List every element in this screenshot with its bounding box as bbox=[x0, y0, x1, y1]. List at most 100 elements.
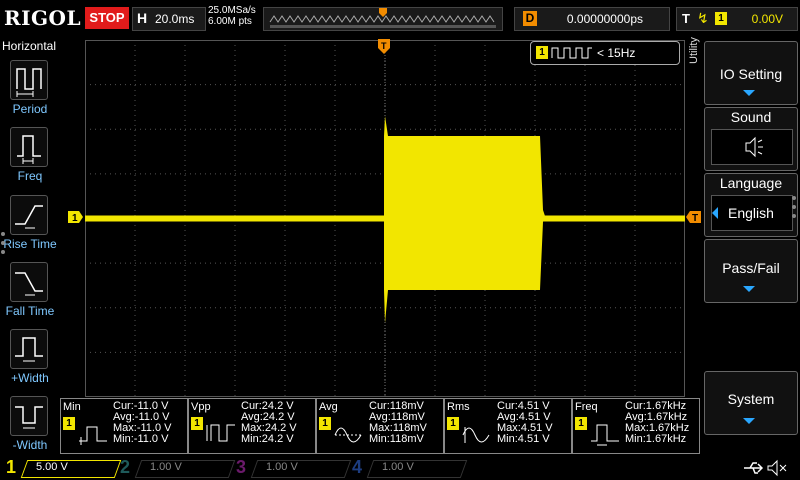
horizontal-timebase[interactable]: H 20.0ms bbox=[132, 7, 206, 31]
trigger-source: 1 bbox=[715, 12, 727, 25]
meas-name: Min bbox=[63, 401, 81, 413]
menu-item-fall-time[interactable]: Fall Time bbox=[0, 258, 60, 324]
meas-name: Rms bbox=[447, 401, 470, 413]
io-setting-label: IO Setting bbox=[719, 66, 783, 82]
system-button[interactable]: System bbox=[704, 371, 798, 435]
square-wave-icon bbox=[551, 47, 592, 59]
menu-label: Rise Time bbox=[3, 237, 57, 251]
vpp-icon bbox=[206, 424, 235, 442]
measurement-avg[interactable]: Avg 1 Cur:118mV Avg:118mV Max:118mV Min:… bbox=[316, 398, 444, 454]
ch1-burst-decay bbox=[540, 136, 545, 290]
min-icon bbox=[79, 426, 107, 445]
trigger-time-label: T bbox=[381, 41, 387, 51]
ch1-burst bbox=[384, 116, 540, 323]
menu-item-freq[interactable]: Freq bbox=[0, 123, 60, 189]
menu-label: Period bbox=[12, 102, 48, 116]
channel-scale: 1.00 V bbox=[382, 461, 414, 473]
meas-name: Freq bbox=[575, 401, 598, 413]
timebase-value: 20.0ms bbox=[155, 12, 195, 26]
negative-width-icon bbox=[10, 396, 48, 436]
scroll-dots bbox=[1, 232, 5, 259]
channel-4-control[interactable]: 4 1.00 V bbox=[352, 457, 468, 478]
measurement-vpp[interactable]: Vpp 1 Cur:24.2 V Avg:24.2 V Max:24.2 V M… bbox=[188, 398, 316, 454]
measurement-min[interactable]: Min 1 Cur:-11.0 V Avg:-11.0 V Max:-11.0 … bbox=[60, 398, 188, 454]
io-setting-button[interactable]: IO Setting bbox=[704, 41, 798, 105]
trigger-level-marker[interactable]: T bbox=[686, 211, 702, 223]
ch1-offset-marker[interactable]: 1 bbox=[68, 211, 84, 223]
measurement-freq[interactable]: Freq 1 Cur:1.67kHz Avg:1.67kHz Max:1.67k… bbox=[572, 398, 700, 454]
channel-number: 1 bbox=[6, 457, 17, 477]
delay-box[interactable]: D 0.00000000ps bbox=[514, 7, 670, 31]
menu-item-negative-width[interactable]: -Width bbox=[0, 392, 60, 458]
channel-2-control[interactable]: 2 1.00 V bbox=[120, 457, 236, 478]
frequency-counter[interactable]: 1 < 15Hz bbox=[530, 41, 680, 65]
top-status-bar: RIGOL STOP H 20.0ms 25.0MSa/s 6.00M pts … bbox=[0, 0, 800, 36]
frequency-icon bbox=[591, 424, 619, 446]
measurement-rms[interactable]: Rms 1 Cur:4.51 V Avg:4.51 V Max:4.51 V M… bbox=[444, 398, 572, 454]
utility-tab[interactable]: Utility bbox=[688, 37, 700, 64]
meas-stats: Cur:118mV Avg:118mV Max:118mV Min:118mV bbox=[369, 401, 427, 445]
counter-channel-badge: 1 bbox=[536, 46, 548, 59]
rms-icon bbox=[462, 427, 490, 443]
fall-time-icon bbox=[10, 262, 48, 302]
trigger-marker-label: T bbox=[692, 213, 698, 223]
channel-1-control[interactable]: 1 5.00 V bbox=[6, 457, 122, 478]
language-value: English bbox=[728, 205, 774, 221]
trigger-time-marker[interactable]: T bbox=[378, 39, 390, 55]
language-button[interactable]: Language English bbox=[704, 173, 798, 237]
sound-label: Sound bbox=[730, 109, 772, 125]
pass-fail-button[interactable]: Pass/Fail bbox=[704, 239, 798, 303]
language-value-box: English bbox=[711, 195, 793, 231]
meas-stats: Cur:1.67kHz Avg:1.67kHz Max:1.67kHz Min:… bbox=[625, 401, 689, 445]
language-label: Language bbox=[719, 175, 783, 191]
meas-stats: Cur:24.2 V Avg:24.2 V Max:24.2 V Min:24.… bbox=[241, 401, 297, 445]
rise-time-icon bbox=[10, 195, 48, 235]
meas-channel-badge: 1 bbox=[575, 417, 587, 430]
channel-number: 2 bbox=[120, 457, 131, 477]
ch1-trace-pre bbox=[85, 215, 385, 222]
waveform-display[interactable] bbox=[85, 40, 685, 397]
run-stop-button[interactable]: STOP bbox=[85, 7, 129, 29]
trigger-box[interactable]: T ↯ 1 0.00V bbox=[676, 7, 798, 31]
horizontal-label: H bbox=[137, 10, 148, 26]
meas-channel-badge: 1 bbox=[447, 417, 459, 430]
meas-min: Min:-11.0 V bbox=[113, 433, 169, 445]
system-label: System bbox=[727, 391, 775, 407]
menu-item-rise-time[interactable]: Rise Time bbox=[0, 191, 60, 257]
brand-logo: RIGOL bbox=[4, 6, 82, 30]
sound-button[interactable]: Sound bbox=[704, 107, 798, 171]
chevron-down-icon bbox=[743, 286, 755, 292]
channel-number: 3 bbox=[236, 457, 247, 477]
menu-label: +Width bbox=[11, 371, 49, 385]
meas-min: Min:1.67kHz bbox=[625, 433, 687, 445]
meas-channel-badge: 1 bbox=[319, 417, 331, 430]
rising-edge-icon: ↯ bbox=[697, 10, 709, 26]
counter-value: < 15Hz bbox=[597, 46, 636, 60]
meas-stats: Cur:4.51 V Avg:4.51 V Max:4.51 V Min:4.5… bbox=[497, 401, 553, 445]
delay-label: D bbox=[523, 11, 537, 26]
meas-min: Min:4.51 V bbox=[497, 433, 550, 445]
period-icon bbox=[10, 60, 48, 100]
meas-name: Vpp bbox=[191, 401, 211, 413]
memory-depth: 6.00M pts bbox=[208, 16, 252, 27]
menu-item-positive-width[interactable]: +Width bbox=[0, 325, 60, 391]
positive-width-icon bbox=[10, 329, 48, 369]
channel-scale: 1.00 V bbox=[266, 461, 298, 473]
trigger-label: T bbox=[682, 11, 690, 26]
meas-name: Avg bbox=[319, 401, 338, 413]
sampling-info: 25.0MSa/s 6.00M pts bbox=[208, 5, 256, 27]
menu-item-period[interactable]: Period bbox=[0, 56, 60, 122]
freq-icon bbox=[10, 127, 48, 167]
sample-rate: 25.0MSa/s bbox=[208, 5, 256, 16]
channel-bar: 1 5.00 V 2 1.00 V 3 1.00 V 4 1.00 V bbox=[0, 456, 800, 480]
memory-position-bar[interactable] bbox=[263, 7, 503, 31]
menu-label: Fall Time bbox=[5, 304, 55, 318]
ch1-trace-post bbox=[540, 215, 685, 222]
speaker-icon bbox=[711, 129, 793, 165]
channel-scale: 5.00 V bbox=[36, 461, 68, 473]
channel-scale: 1.00 V bbox=[150, 461, 182, 473]
delay-value: 0.00000000ps bbox=[566, 12, 643, 26]
meas-stats: Cur:-11.0 V Avg:-11.0 V Max:-11.0 V Min:… bbox=[113, 401, 172, 445]
channel-3-control[interactable]: 3 1.00 V bbox=[236, 457, 352, 478]
ch1-marker-label: 1 bbox=[72, 213, 78, 223]
